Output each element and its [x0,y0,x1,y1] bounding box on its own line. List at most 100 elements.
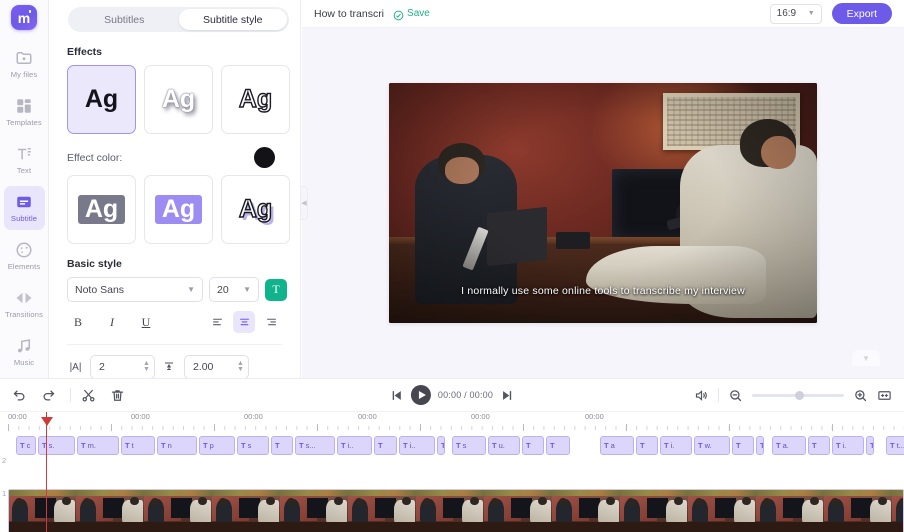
subtitle-clip[interactable]: Ta. [772,436,806,455]
playhead[interactable] [40,412,53,532]
font-size-select[interactable]: 20 ▼ [209,277,259,302]
effect-color-preset-label: Ag [238,195,273,223]
align-right-button[interactable] [260,311,282,333]
zoom-slider[interactable] [752,390,844,400]
subtitle-clip[interactable]: Ts... [295,436,335,455]
play-button[interactable] [410,385,431,405]
subtitle-clip[interactable]: T [866,436,874,455]
trash-icon[interactable] [110,388,125,403]
subtitle-clip[interactable]: Ti.. [337,436,372,455]
subtitle-clip[interactable]: Ti.. [399,436,435,455]
letter-spacing-stepper[interactable]: ▲ ▼ [143,360,150,373]
sidebar-item-label: Templates [6,118,42,127]
scissors-icon[interactable] [81,388,96,403]
timeline-ruler[interactable]: 00:00 00:00 00:00 00:00 00:00 00:00 [8,412,904,434]
subtitle-caption[interactable]: I normally use some online tools to tran… [389,285,817,297]
zoom-slider-knob[interactable] [795,390,805,400]
line-height-field[interactable]: ▲▼ [183,355,249,379]
subtitle-clip[interactable]: Ti. [660,436,692,455]
font-family-select[interactable]: Noto Sans ▼ [67,277,203,302]
subtitle-clip[interactable]: Tw. [694,436,730,455]
subtitle-clip[interactable]: Tt [121,436,155,455]
sidebar-item-transitions[interactable]: Transitions [4,282,45,326]
subtitle-clip[interactable]: Tn [157,436,197,455]
subtitle-clip[interactable]: T [522,436,544,455]
italic-button[interactable]: I [101,311,123,333]
video-preview[interactable]: I normally use some online tools to tran… [389,83,817,323]
effect-color-preset-grey[interactable]: Ag [67,175,136,244]
sidebar-item-text[interactable]: Text [4,138,45,182]
sidebar-item-templates[interactable]: Templates [4,90,45,134]
redo-icon[interactable] [41,388,56,403]
subtitle-clip-icon: T [125,441,130,450]
bold-button[interactable]: B [67,311,89,333]
tab-subtitle-style[interactable]: Subtitle style [178,9,287,30]
video-track[interactable] [8,490,904,532]
subtitle-clip[interactable]: Tp [199,436,235,455]
subtitle-clip[interactable]: T [437,436,445,455]
subtitle-clip[interactable]: T [756,436,764,455]
subtitle-clip-label: i.. [347,441,354,450]
subtitle-clip[interactable]: Ta [600,436,634,455]
subtitle-clip[interactable]: T [636,436,658,455]
playhead-handle[interactable] [40,417,53,426]
subtitle-clip[interactable]: Tm. [77,436,119,455]
subtitle-clip[interactable]: Tu. [488,436,520,455]
align-center-button[interactable] [233,311,255,333]
effect-preset-outline[interactable]: Ag [221,65,290,134]
save-button[interactable]: Save [393,8,430,21]
sidebar-item-music[interactable]: Music [4,330,45,374]
line-height-stepper[interactable]: ▲ ▼ [237,360,244,373]
project-title[interactable]: How to transcri [314,8,384,20]
effect-preset-plain[interactable]: Ag [67,65,136,134]
skip-next-icon[interactable] [500,388,515,403]
subtitle-clip[interactable]: T [808,436,830,455]
logo-dot [28,10,31,13]
text-color-button[interactable]: T [265,278,287,301]
effect-color-swatch[interactable] [254,147,275,168]
preview-collapse-chevron[interactable]: ▼ [852,350,880,366]
skip-previous-icon[interactable] [389,388,404,403]
subtitle-track[interactable]: TcTs.Tm.TtTnTpTsTTs...Ti..TTi..TTsTu.TTT… [8,436,904,455]
video-thumbnail [892,490,904,532]
subtitle-clip-label: t [131,441,134,450]
letter-spacing-field[interactable]: ▲▼ [90,355,155,379]
panel-collapse-handle[interactable]: ◀ [301,186,308,220]
subtitle-clip[interactable]: Ts [452,436,486,455]
effects-section-title: Effects [67,46,103,58]
subtitle-clip[interactable]: Ti. [832,436,864,455]
subtitle-clip-label: w. [704,441,712,450]
volume-icon[interactable] [694,388,709,403]
tab-subtitles[interactable]: Subtitles [70,9,179,30]
zoom-in-icon[interactable] [853,388,868,403]
subtitle-clip[interactable]: T [546,436,570,455]
subtitle-clip[interactable]: Ts. [38,436,75,455]
app-logo[interactable]: m [11,5,37,30]
subtitle-clip[interactable]: Tc [16,436,36,455]
sidebar-item-subtitle[interactable]: Subtitle [3,186,45,230]
sidebar-item-elements[interactable]: Elements [4,234,45,278]
subtitle-clip[interactable]: T [374,436,397,455]
subtitle-clip[interactable]: Tt... [886,436,904,455]
export-button[interactable]: Export [831,3,892,24]
timeline[interactable]: 00:00 00:00 00:00 00:00 00:00 00:00 TcTs… [0,412,904,532]
fit-to-screen-icon[interactable] [877,388,892,403]
undo-icon[interactable] [12,388,27,403]
effect-preset-shadow[interactable]: Ag [144,65,213,134]
effect-color-preset-purple[interactable]: Ag [144,175,213,244]
chevron-down-icon: ▼ [187,285,195,294]
underline-button[interactable]: U [135,311,157,333]
letter-spacing-input[interactable] [99,361,143,373]
line-height-input[interactable] [192,361,237,373]
video-thumbnail [76,490,144,532]
left-nav-rail: m My files Templates Text Subtitle Eleme… [0,0,49,378]
subtitle-clip[interactable]: T [732,436,754,455]
effect-color-preset-emboss[interactable]: Ag [221,175,290,244]
subtitle-clip[interactable]: T [271,436,293,455]
align-left-button[interactable] [206,311,228,333]
zoom-out-icon[interactable] [728,388,743,403]
aspect-ratio-select[interactable]: 16:9 ▼ [769,3,822,24]
subtitle-clip[interactable]: Ts [237,436,269,455]
editor-toolbar: 00:00 / 00:00 [0,378,904,412]
sidebar-item-my-files[interactable]: My files [4,42,45,86]
